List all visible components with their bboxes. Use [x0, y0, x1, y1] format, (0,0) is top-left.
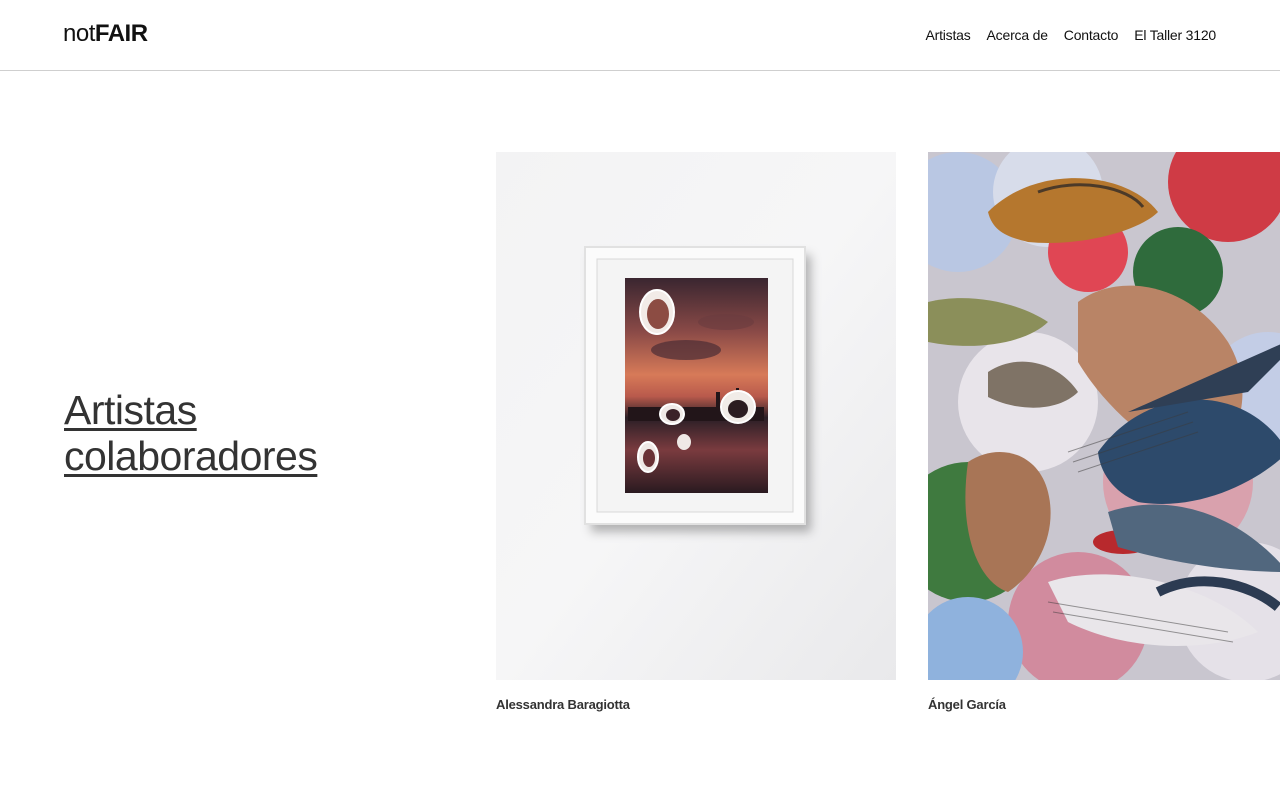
- nav-item-contacto[interactable]: Contacto: [1064, 26, 1119, 44]
- title-line-2: colaboradores: [64, 433, 318, 479]
- nav-item-acerca-de[interactable]: Acerca de: [987, 26, 1048, 44]
- artist-name[interactable]: Ángel García: [928, 697, 1280, 712]
- page-title-link[interactable]: Artistas colaboradores: [64, 387, 424, 479]
- nav-item-artistas[interactable]: Artistas: [925, 26, 970, 44]
- site-header: notFAIR Artistas Acerca de Contacto El T…: [0, 0, 1280, 71]
- main-nav: Artistas Acerca de Contacto El Taller 31…: [925, 26, 1216, 44]
- artist-card[interactable]: Ángel García: [928, 152, 1280, 712]
- logo-light-text: not: [63, 20, 95, 47]
- artist-name[interactable]: Alessandra Baragiotta: [496, 697, 896, 712]
- site-logo[interactable]: notFAIR: [63, 20, 148, 48]
- title-line-1: Artistas: [64, 387, 197, 433]
- nav-item-el-taller[interactable]: El Taller 3120: [1134, 26, 1216, 44]
- artist-card-image[interactable]: [928, 152, 1280, 680]
- logo-bold-text: FAIR: [94, 20, 148, 47]
- artist-card-image[interactable]: [496, 152, 896, 680]
- artist-card[interactable]: Alessandra Baragiotta: [496, 152, 896, 712]
